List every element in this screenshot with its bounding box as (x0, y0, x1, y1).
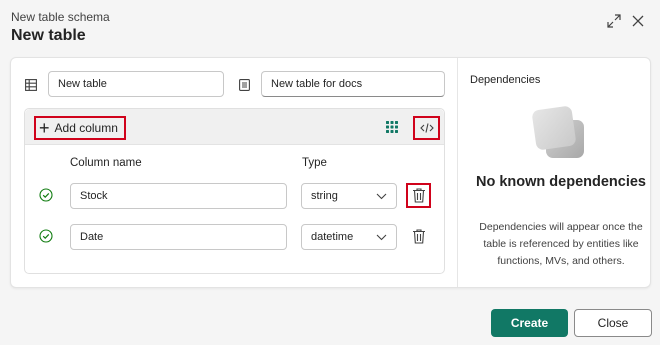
valid-check-icon (39, 188, 53, 202)
dependencies-description: Dependencies will appear once the table … (479, 221, 643, 267)
plus-icon: + (39, 118, 50, 138)
column-name-input[interactable]: Date (70, 224, 287, 250)
schema-card: New table New table for docs + Add colum… (10, 57, 651, 288)
close-button[interactable]: Close (574, 309, 652, 337)
column-type-select[interactable]: string (301, 183, 397, 209)
column-name-input[interactable]: Stock (70, 183, 287, 209)
column-type-value: string (311, 190, 338, 202)
code-view-button[interactable] (413, 116, 440, 140)
type-header: Type (302, 157, 327, 169)
table-docstring-input[interactable]: New table for docs (261, 71, 445, 97)
no-dependencies-heading: No known dependencies (476, 174, 646, 190)
panel-divider (457, 58, 458, 287)
table-icon (25, 78, 37, 96)
schema-editor: + Add column Column name Type Stock stri… (24, 108, 445, 274)
schema-toolbar: + Add column (25, 109, 444, 145)
expand-icon[interactable] (605, 12, 623, 30)
column-name-header: Column name (70, 157, 142, 169)
create-button[interactable]: Create (491, 309, 568, 337)
delete-column-icon[interactable] (411, 187, 427, 204)
dialog-title: New table (11, 27, 86, 44)
close-icon[interactable] (629, 12, 647, 30)
column-type-select[interactable]: datetime (301, 224, 397, 250)
add-column-button[interactable]: + Add column (34, 116, 126, 140)
dialog-subtitle: New table schema (11, 10, 110, 24)
chevron-down-icon (376, 193, 387, 199)
add-column-label: Add column (54, 121, 118, 135)
empty-dependencies-illustration (520, 106, 598, 171)
column-type-value: datetime (311, 231, 354, 243)
dependencies-title: Dependencies (470, 74, 541, 86)
table-name-input[interactable]: New table (48, 71, 224, 97)
grid-view-icon[interactable] (385, 120, 399, 134)
valid-check-icon (39, 229, 53, 243)
code-icon (419, 123, 434, 133)
docstring-icon (239, 78, 250, 96)
delete-column-icon[interactable] (411, 228, 427, 245)
chevron-down-icon (376, 234, 387, 240)
